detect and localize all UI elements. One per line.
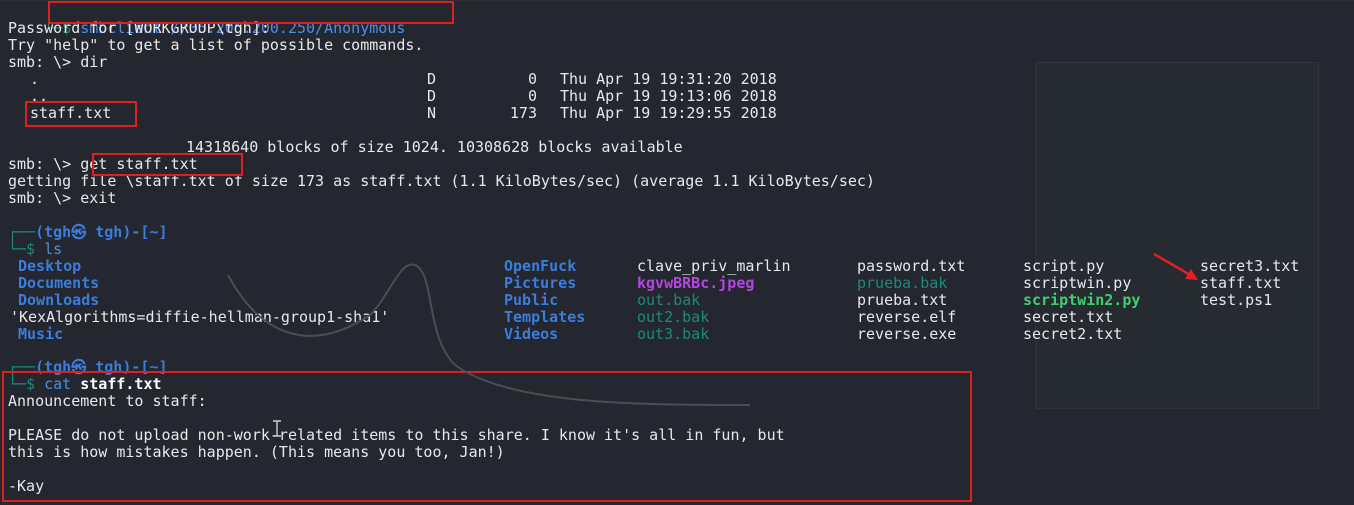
smb-exit-line: smb: \> exit (8, 189, 117, 207)
help-line: Try "help" to get a list of possible com… (8, 36, 424, 54)
ls-command-line: └─$ ls (8, 241, 62, 258)
terminal-window[interactable]: └─$ smbclient //35.205.200.250/Anonymous… (0, 0, 1354, 505)
arrow-icon (1153, 252, 1198, 280)
dir-entry-date: Thu Apr 19 19:29:55 2018 (560, 104, 777, 122)
highlight-box-staff-entry (25, 101, 137, 127)
ls-dir-music: Music (18, 325, 64, 343)
dir-entry-size: 173 (509, 104, 537, 122)
prompt-corner-top: ┌── (8, 223, 36, 241)
ls-command: ls (44, 240, 63, 258)
blocks-line: 14318640 blocks of size 1024. 10308628 b… (186, 138, 683, 156)
smb-prompt: smb: \> (8, 155, 81, 173)
ls-file-script-py: script.py (1023, 257, 1105, 275)
dir-entry-attr: D (427, 70, 437, 88)
background-window (1035, 62, 1319, 409)
ls-file-reverse-exe: reverse.exe (857, 325, 957, 343)
scribble-drawing (227, 263, 751, 406)
dir-entry-name: . (30, 70, 40, 88)
ls-file-secret-txt: secret.txt (1023, 308, 1114, 326)
ls-dir-documents: Documents (18, 274, 100, 292)
ls-file-scriptwin2-py: scriptwin2.py (1023, 291, 1141, 309)
ls-file-reverse-elf: reverse.elf (857, 308, 957, 326)
ls-file-staff-txt: staff.txt (1200, 274, 1282, 292)
smb-dir-line: smb: \> dir (8, 53, 108, 71)
prompt-user-host: (tgh㉿ tgh)-[~] (35, 223, 168, 241)
dir-entry-size: 0 (527, 70, 537, 88)
dir-entry-date: Thu Apr 19 19:31:20 2018 (560, 70, 777, 88)
ls-file-secret3-txt: secret3.txt (1200, 257, 1300, 275)
prompt-header: ┌──(tgh㉿ tgh)-[~] (8, 224, 168, 241)
ls-file-password: password.txt (857, 257, 966, 275)
dir-entry-date: Thu Apr 19 19:13:06 2018 (560, 87, 777, 105)
dir-entry-attr: N (427, 104, 437, 122)
ls-file-prueba-bak: prueba.bak (857, 274, 948, 292)
ls-dir-downloads: Downloads (18, 291, 100, 309)
dir-entry-attr: D (427, 87, 437, 105)
ls-dir-desktop: Desktop (18, 257, 82, 275)
ls-file-prueba-txt: prueba.txt (857, 291, 948, 309)
text-cursor-icon (273, 420, 281, 437)
prompt-corner: └─$ (8, 240, 45, 258)
dir-entry-size: 0 (527, 87, 537, 105)
highlight-box-get-command (92, 153, 243, 176)
ls-file-secret2-txt: secret2.txt (1023, 325, 1123, 343)
ls-file-scriptwin-py: scriptwin.py (1023, 274, 1132, 292)
ls-file-test-ps1: test.ps1 (1200, 291, 1273, 309)
highlight-box-smbclient (48, 1, 454, 24)
